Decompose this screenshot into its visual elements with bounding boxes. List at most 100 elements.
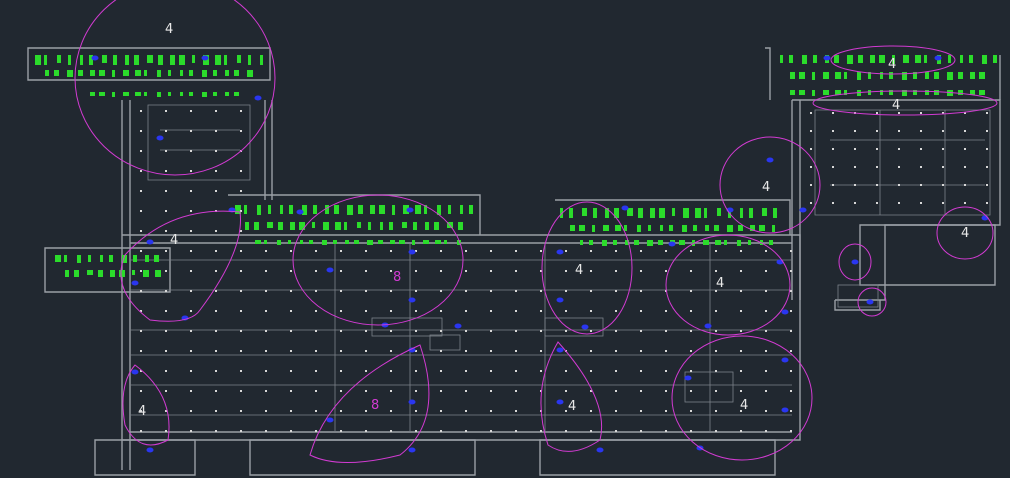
column-marker	[765, 250, 767, 252]
column-marker	[290, 330, 292, 332]
column-marker	[615, 310, 617, 312]
device-symbol	[668, 241, 676, 247]
column-marker	[140, 130, 142, 132]
room-block	[248, 55, 251, 65]
column-marker	[140, 290, 142, 292]
column-marker	[665, 250, 667, 252]
room-block	[970, 72, 975, 79]
column-marker	[690, 370, 692, 372]
column-marker	[515, 290, 517, 292]
room-block	[769, 240, 773, 245]
column-marker	[140, 230, 142, 232]
room-block	[135, 92, 141, 96]
column-marker	[832, 112, 834, 114]
column-marker	[290, 390, 292, 392]
device-symbol	[326, 267, 334, 273]
column-marker	[790, 350, 792, 352]
column-marker	[690, 390, 692, 392]
column-marker	[290, 350, 292, 352]
device-symbol	[296, 209, 304, 215]
column-marker	[715, 270, 717, 272]
room-block	[35, 55, 41, 65]
column-marker	[854, 202, 856, 204]
column-marker	[165, 370, 167, 372]
room-block	[672, 208, 675, 216]
room-block	[589, 240, 593, 245]
column-marker	[920, 148, 922, 150]
column-marker	[832, 166, 834, 168]
room-block	[934, 72, 939, 79]
column-marker	[390, 350, 392, 352]
column-marker	[565, 250, 567, 252]
room-block	[309, 240, 313, 244]
zone-label: 8	[393, 270, 401, 285]
column-marker	[640, 410, 642, 412]
zone-label: 4	[762, 180, 770, 195]
device-symbol	[131, 280, 139, 286]
column-marker	[590, 330, 592, 332]
column-marker	[440, 430, 442, 432]
room-block	[179, 55, 185, 65]
column-marker	[590, 290, 592, 292]
column-marker	[876, 112, 878, 114]
column-marker	[715, 410, 717, 412]
column-marker	[590, 270, 592, 272]
room-block	[415, 205, 421, 214]
column-marker	[315, 310, 317, 312]
room-block	[434, 222, 439, 230]
room-block	[759, 225, 765, 231]
room-block	[749, 208, 753, 218]
room-block	[225, 92, 229, 96]
column-marker	[215, 290, 217, 292]
column-marker	[440, 310, 442, 312]
column-marker	[465, 270, 467, 272]
cad-drawing-canvas[interactable]: 4 4 4 4 4 8 4 4 4 4 8 4 4	[0, 0, 1010, 478]
column-marker	[740, 350, 742, 352]
column-marker	[440, 250, 442, 252]
room-block	[102, 55, 107, 63]
room-block	[290, 222, 295, 230]
room-block	[125, 55, 129, 65]
column-marker	[365, 310, 367, 312]
column-marker	[390, 310, 392, 312]
column-marker	[165, 210, 167, 212]
column-marker	[964, 148, 966, 150]
room-block	[868, 90, 871, 95]
column-marker	[165, 310, 167, 312]
room-block	[225, 70, 229, 76]
column-marker	[140, 270, 142, 272]
room-block	[65, 270, 69, 277]
room-block	[934, 90, 939, 95]
column-marker	[365, 330, 367, 332]
room-block	[582, 208, 587, 216]
column-marker	[240, 330, 242, 332]
column-marker	[190, 370, 192, 372]
column-marker	[240, 190, 242, 192]
column-marker	[765, 350, 767, 352]
room-block	[993, 55, 997, 63]
column-marker	[340, 330, 342, 332]
column-marker	[790, 390, 792, 392]
column-marker	[440, 370, 442, 372]
room-block	[323, 222, 329, 230]
column-marker	[810, 202, 812, 204]
column-marker	[165, 430, 167, 432]
zone-label: 4	[138, 404, 146, 419]
device-symbol	[556, 249, 564, 255]
column-marker	[315, 430, 317, 432]
column-marker	[765, 390, 767, 392]
column-marker	[265, 370, 267, 372]
column-marker	[490, 410, 492, 412]
device-symbol	[91, 55, 99, 61]
column-marker	[898, 130, 900, 132]
device-symbol	[454, 323, 462, 329]
column-marker	[215, 170, 217, 172]
room-block	[958, 90, 963, 95]
column-marker	[215, 310, 217, 312]
column-marker	[490, 370, 492, 372]
column-marker	[190, 330, 192, 332]
column-marker	[765, 330, 767, 332]
column-marker	[240, 370, 242, 372]
room-block	[925, 90, 929, 95]
column-marker	[240, 270, 242, 272]
